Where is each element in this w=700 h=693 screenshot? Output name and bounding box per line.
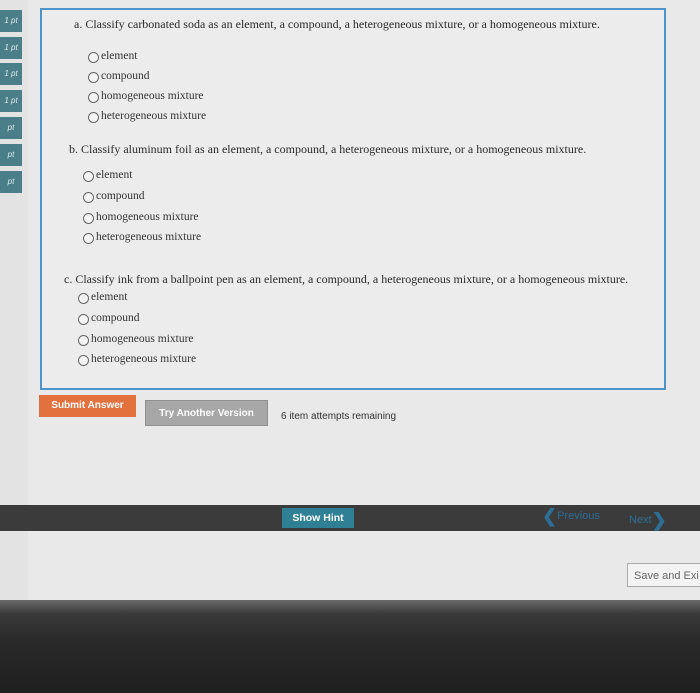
screen: 1 pt 1 pt 1 pt 1 pt pt pt pt a. Classify…: [0, 0, 700, 600]
radio-a-homogeneous[interactable]: [88, 92, 99, 103]
chevron-right-icon: ❯: [651, 510, 667, 530]
option-label[interactable]: homogeneous mixture: [91, 333, 194, 345]
option-label[interactable]: compound: [101, 70, 150, 82]
submit-answer-button[interactable]: Submit Answer: [39, 395, 136, 417]
option-label[interactable]: element: [101, 50, 137, 62]
chevron-left-icon: ❮: [542, 506, 558, 526]
option-label[interactable]: element: [96, 169, 132, 181]
question-c-prompt: c. Classify ink from a ballpoint pen as …: [64, 272, 629, 286]
previous-link[interactable]: ❮Previous: [542, 506, 600, 527]
option-label[interactable]: heterogeneous mixture: [101, 110, 206, 122]
previous-label: Previous: [557, 510, 600, 522]
radio-b-heterogeneous[interactable]: [83, 233, 94, 244]
radio-a-element[interactable]: [88, 52, 99, 63]
points-badge[interactable]: pt: [0, 171, 22, 193]
option-label[interactable]: compound: [91, 312, 140, 324]
radio-c-compound[interactable]: [78, 314, 89, 325]
question-a-prompt: a. Classify carbonated soda as an elemen…: [74, 17, 600, 31]
radio-b-homogeneous[interactable]: [83, 213, 94, 224]
question-b-prompt: b. Classify aluminum foil as an element,…: [69, 142, 587, 156]
next-link[interactable]: Next❯: [629, 510, 667, 531]
next-label: Next: [629, 514, 652, 526]
points-badge[interactable]: pt: [0, 144, 22, 166]
radio-c-homogeneous[interactable]: [78, 335, 89, 346]
try-another-version-button[interactable]: Try Another Version: [145, 400, 268, 426]
points-badge[interactable]: pt: [0, 117, 22, 139]
monitor-bezel: [0, 600, 700, 693]
option-label[interactable]: heterogeneous mixture: [91, 353, 196, 365]
option-label[interactable]: compound: [96, 190, 145, 202]
option-label[interactable]: homogeneous mixture: [101, 90, 204, 102]
save-and-exit-button[interactable]: Save and Exi: [627, 563, 700, 587]
radio-c-heterogeneous[interactable]: [78, 355, 89, 366]
radio-a-compound[interactable]: [88, 72, 99, 83]
points-badge[interactable]: 1 pt: [0, 90, 22, 112]
radio-b-element[interactable]: [83, 171, 94, 182]
radio-b-compound[interactable]: [83, 192, 94, 203]
radio-c-element[interactable]: [78, 293, 89, 304]
points-badge[interactable]: 1 pt: [0, 10, 22, 32]
option-label[interactable]: heterogeneous mixture: [96, 231, 201, 243]
attempts-remaining: 6 item attempts remaining: [281, 411, 397, 422]
option-label[interactable]: homogeneous mixture: [96, 211, 199, 223]
points-badge[interactable]: 1 pt: [0, 37, 22, 59]
radio-a-heterogeneous[interactable]: [88, 112, 99, 123]
question-box: a. Classify carbonated soda as an elemen…: [40, 8, 666, 390]
option-label[interactable]: element: [91, 291, 127, 303]
points-badge[interactable]: 1 pt: [0, 63, 22, 85]
show-hint-button[interactable]: Show Hint: [282, 508, 354, 528]
